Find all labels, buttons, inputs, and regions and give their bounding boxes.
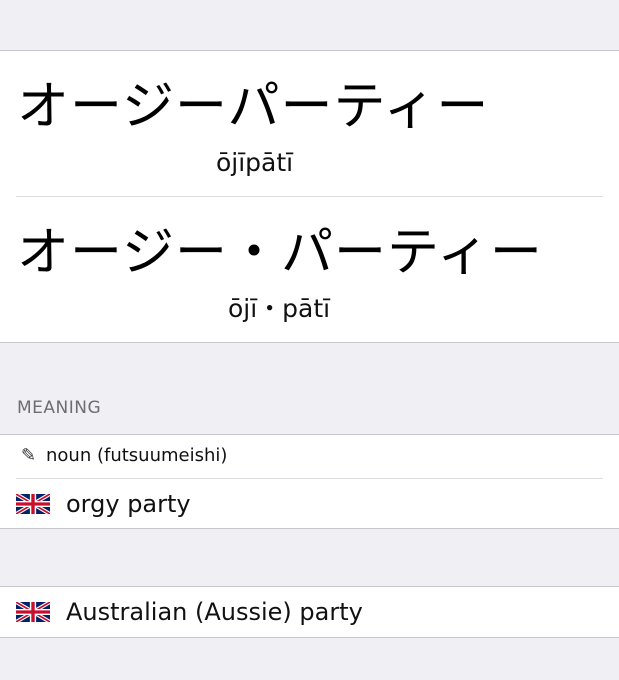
part-of-speech-label: noun (futsuumeishi) (46, 445, 228, 466)
romaji-reading: ōjī・pātī (228, 294, 331, 323)
uk-flag-icon (16, 602, 50, 622)
word-entry[interactable]: オージー・パーティー ōjī・pātī (0, 197, 619, 342)
kana-word: オージー・パーティー (17, 223, 543, 283)
definition-row[interactable]: orgy party (0, 479, 619, 529)
definition-text: orgy party (66, 490, 191, 518)
definition-row[interactable]: Australian (Aussie) party (0, 587, 619, 637)
part-of-speech-row: ✎ noun (futsuumeishi) (0, 435, 619, 478)
kana-word: オージーパーティー (17, 77, 490, 137)
meaning-section-header: MEANING (17, 398, 102, 418)
word-entries-group: オージーパーティー ōjīpātī オージー・パーティー ōjī・pātī (0, 50, 619, 343)
uk-flag-icon (16, 494, 50, 514)
meaning-group: Australian (Aussie) party (0, 586, 619, 638)
romaji-reading: ōjīpātī (216, 148, 294, 177)
pencil-icon: ✎ (21, 445, 37, 466)
word-entry[interactable]: オージーパーティー ōjīpātī (0, 51, 619, 196)
meaning-group: ✎ noun (futsuumeishi) orgy party (0, 434, 619, 529)
definition-text: Australian (Aussie) party (66, 598, 363, 626)
